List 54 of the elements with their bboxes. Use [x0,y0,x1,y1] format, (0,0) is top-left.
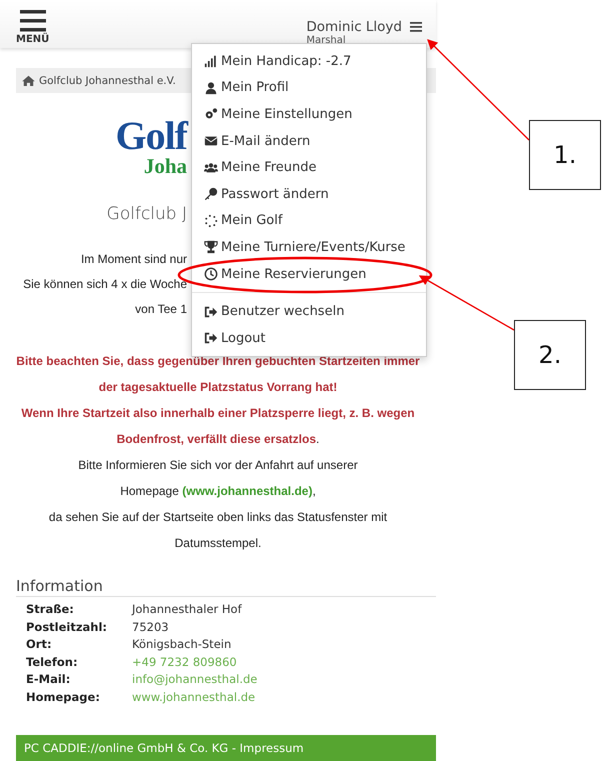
user-icon [204,80,218,95]
intro-text: von Tee 1 [135,301,187,318]
trophy-icon [204,240,218,254]
info-text: Homepage (www.johannesthal.de), [120,483,316,500]
info-text: Bitte Informieren Sie sich vor der Anfahrt auf unserer [78,457,358,474]
field-label: Telefon: [26,654,79,670]
info-text: Datumsstempel. [174,535,262,552]
club-title: Golfclub J [106,203,187,226]
field-label: Homepage: [26,688,101,706]
logo-text: Golf [115,117,187,155]
annotation-label: 1. [529,120,601,190]
intro-text: Sie können sich 4 x die Woche [23,276,187,293]
warning-text: Wenn Ihre Startzeit also innerhalb einer Platzsperre liegt, z. B. wegen Bodenfrost, verfällt diese ersatzlos. [20,405,416,448]
menu-item[interactable]: Mein Golf [192,208,426,234]
homepage-link[interactable]: (www.johannesthal.de) [182,484,312,498]
menu-item[interactable]: Passwort ändern [192,180,426,208]
gears-icon [204,107,218,122]
users-icon [204,160,218,175]
field-value: Königsbach-Stein [132,636,232,653]
field-label: Postleitzahl: [26,618,108,636]
key-icon [204,187,218,202]
envelope-icon [204,134,218,148]
menu-item[interactable]: Meine Einstellungen [192,101,426,128]
intro-text: Im Moment sind nur [80,251,187,268]
menu-item[interactable]: E-Mail ändern [192,128,426,154]
annotation-label: 2. [514,320,586,390]
menu-item[interactable]: Benutzer wechseln [192,298,426,325]
field-label: Ort: [26,636,53,653]
logo-subtext: Joha [144,155,187,177]
info-text: da sehen Sie auf der Startseite oben links das Statusfenster mit [48,509,388,526]
field-value: Johannesthaler Hof [132,601,243,618]
home-icon [22,75,35,86]
breadcrumb-link[interactable]: Golfclub Johannesthal e.V. [39,74,176,86]
sign-out-icon [204,304,218,319]
user-role: Marshal [306,36,347,46]
field-value: 75203 [132,618,170,636]
warning-text: Bitte beachten Sie, dass gegenüber Ihren gebuchten Startzeiten immer der tagesaktuelle Platzstatus Vorrang hat! [15,353,421,396]
menu-item[interactable]: Meine Reservierungen [192,260,426,288]
menu-item[interactable]: Mein Profil [192,74,426,102]
menu-icon[interactable] [410,21,422,33]
menu-item[interactable]: Meine Freunde [192,154,426,181]
menu-item[interactable]: Logout [192,324,426,352]
field-label: E-Mail: [26,671,72,688]
dotted-circle-icon [204,214,218,228]
sign-out-icon [204,331,218,346]
field-label: Straße: [26,601,75,618]
menu-icon [20,10,46,32]
menu-button[interactable]: MENÜ [16,0,50,45]
menu-item[interactable]: Meine Turniere/Events/Kurse [192,234,426,261]
signal-bars-icon [204,54,218,68]
menu-item[interactable]: Mein Handicap: -2.7 [192,48,426,75]
user-name: Dominic Lloyd [306,18,402,35]
section-title: Information [16,576,436,597]
clock-icon [204,267,218,282]
